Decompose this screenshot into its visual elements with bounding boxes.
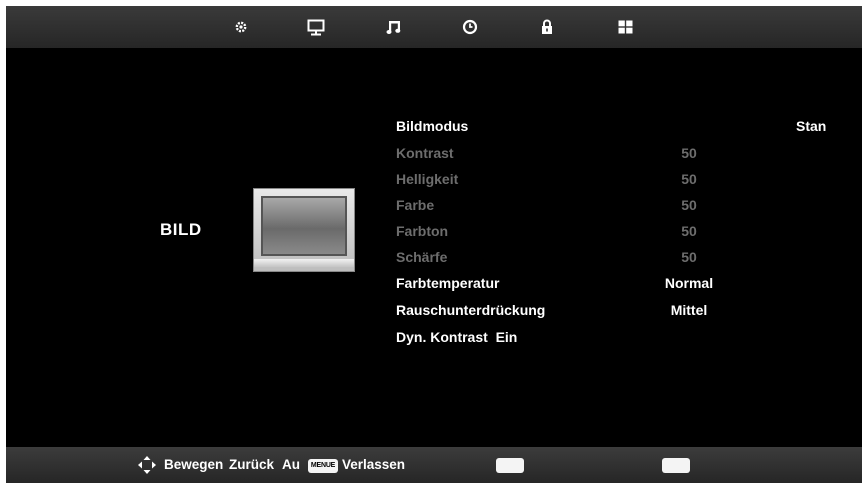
menu-item-value: Mittel [670,302,708,318]
menu-item-farbton[interactable]: Farbton 50 [396,220,862,242]
menu-item-value: Normal [664,275,714,291]
menu-item-dyn-kontrast[interactable]: Dyn. Kontrast Ein [396,326,862,348]
direction-arrows-icon [137,455,157,480]
menu-item-value: Stan [796,118,827,134]
music-note-icon[interactable] [381,14,407,40]
key-button-icon [496,458,524,473]
menu-item-farbtemperatur[interactable]: Farbtemperatur Normal [396,272,862,294]
menu-item-value: 50 [681,197,697,213]
menu-item-label: Farbton [396,223,449,239]
menu-item-helligkeit[interactable]: Helligkeit 50 [396,168,862,190]
menu-key-icon: MENUE [308,459,338,473]
menu-item-bildmodus[interactable]: Bildmodus Stan [396,115,862,137]
menu-item-label: Helligkeit [396,171,459,187]
menu-item-label: Rauschunterdrückung [396,302,546,318]
menu-item-rauschunterdrueckung[interactable]: Rauschunterdrückung Mittel [396,299,862,321]
lock-icon[interactable] [534,14,560,40]
menu-item-farbe[interactable]: Farbe 50 [396,194,862,216]
section-title: BILD [160,220,202,239]
hint-back: Zurück [229,457,275,472]
menu-item-label: Dyn. Kontrast Ein [396,329,518,345]
picture-settings-tv-icon [253,188,355,272]
menu-item-label: Farbtemperatur [396,275,500,291]
monitor-icon[interactable] [303,14,329,40]
menu-item-label: Farbe [396,197,435,213]
menu-item-value: 50 [681,171,697,187]
key-button-icon [662,458,690,473]
menu-item-value: 50 [681,223,697,239]
tv-menu-screen: BILD Bildmodus Stan Kontrast 50 Helligke… [6,6,862,483]
menu-item-label: Bildmodus [396,118,469,134]
menu-item-value: 50 [681,249,697,265]
hint-au: Au [282,457,300,472]
category-tab-bar [6,6,862,48]
navigation-hint-bar: Bewegen Zurück Au MENUE Verlassen [6,447,862,483]
menu-item-kontrast[interactable]: Kontrast 50 [396,142,862,164]
grid-icon[interactable] [612,14,638,40]
menu-item-label: Kontrast [396,145,454,161]
menu-item-value: 50 [681,145,697,161]
hint-move: Bewegen [164,457,224,472]
hint-exit: Verlassen [342,457,406,472]
menu-item-label: Schärfe [396,249,448,265]
gear-icon[interactable] [228,14,254,40]
menu-item-schaerfe[interactable]: Schärfe 50 [396,246,862,268]
clock-icon[interactable] [457,14,483,40]
